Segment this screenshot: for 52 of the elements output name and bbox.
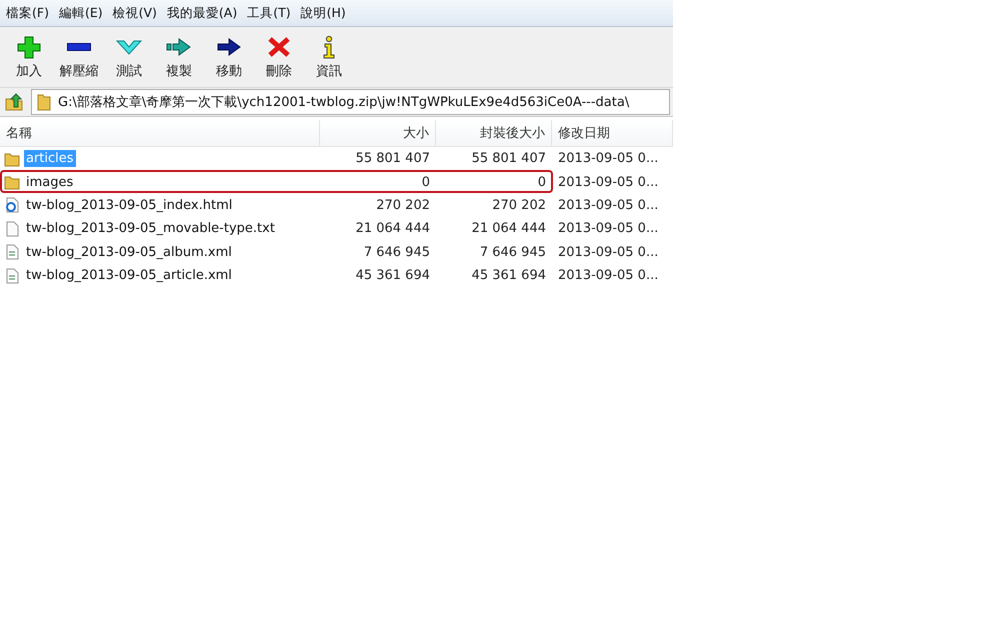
menu-item[interactable]: 編輯(E) bbox=[56, 4, 111, 22]
table-cell-text: 270 202 bbox=[375, 196, 431, 215]
table-cell-text: 2013-09-05 0... bbox=[557, 150, 660, 168]
column-header[interactable]: 名稱 bbox=[0, 120, 320, 147]
minus-icon bbox=[67, 42, 91, 50]
table-cell-text: 7 646 945 bbox=[478, 244, 547, 262]
menu-item[interactable]: 檔案(F) bbox=[4, 4, 57, 22]
address-field[interactable]: G:\部落格文章\奇摩第一次下載\ych12001-twblog.zip\jw!NTgWPkuLEx9e4d563iCe0A---data\ bbox=[31, 89, 670, 115]
plus-icon bbox=[16, 34, 42, 58]
toolbar-button[interactable]: 測試 bbox=[104, 29, 154, 85]
table-cell-text: 21 064 444 bbox=[354, 220, 431, 238]
table-cell-text: 0 bbox=[420, 174, 431, 192]
toolbar-button[interactable]: 複製 bbox=[154, 29, 204, 85]
table-cell-text: 270 202 bbox=[491, 196, 547, 215]
browser-file-icon bbox=[4, 197, 20, 214]
close-icon bbox=[266, 34, 292, 58]
table-cell-text: 0 bbox=[536, 174, 547, 192]
table-cell-text: 21 064 444 bbox=[470, 220, 547, 238]
menu-item[interactable]: 工具(T) bbox=[245, 4, 299, 22]
folder-icon bbox=[4, 150, 20, 167]
toolbar-button[interactable]: 資訊 bbox=[304, 29, 354, 85]
column-header[interactable]: 修改日期 bbox=[552, 120, 673, 147]
table-cell-text: 55 801 407 bbox=[470, 150, 547, 168]
menu-item[interactable]: 我的最愛(A) bbox=[164, 4, 246, 22]
document-icon bbox=[4, 220, 20, 237]
table-cell-text: 2013-09-05 0... bbox=[557, 196, 660, 215]
file-name[interactable]: tw-blog_2013-09-05_index.html bbox=[24, 196, 234, 214]
table-cell-text: 45 361 694 bbox=[354, 267, 431, 286]
toolbar-button[interactable]: 刪除 bbox=[254, 29, 304, 85]
toolbar-button[interactable]: 解壓縮 bbox=[54, 29, 104, 85]
table-cell-text: 55 801 407 bbox=[354, 150, 431, 168]
file-name[interactable]: tw-blog_2013-09-05_movable-type.txt bbox=[24, 220, 277, 238]
folder-icon bbox=[4, 174, 20, 190]
toolbar-button[interactable]: 加入 bbox=[4, 29, 54, 85]
file-name[interactable]: tw-blog_2013-09-05_album.xml bbox=[24, 244, 234, 261]
column-header[interactable]: 封裝後大小 bbox=[436, 120, 552, 147]
file-name[interactable]: images bbox=[24, 174, 76, 191]
folder-up-icon bbox=[5, 93, 23, 111]
folder-icon bbox=[36, 93, 52, 111]
xml-file-icon bbox=[4, 244, 20, 260]
toolbar-button[interactable]: 移動 bbox=[204, 29, 254, 85]
xml-file-icon bbox=[4, 268, 20, 284]
table-cell-text: 2013-09-05 0... bbox=[557, 244, 660, 262]
file-name[interactable]: tw-blog_2013-09-05_article.xml bbox=[24, 267, 234, 284]
column-header[interactable]: 大小 bbox=[320, 120, 436, 147]
table-cell-text: 2013-09-05 0... bbox=[557, 220, 660, 238]
table-cell-text: 2013-09-05 0... bbox=[557, 174, 660, 192]
table-cell-text: 7 646 945 bbox=[362, 244, 431, 262]
menu-item[interactable]: 檢視(V) bbox=[110, 4, 165, 22]
table-cell-text: 45 361 694 bbox=[470, 267, 547, 286]
table-cell-text: 2013-09-05 0... bbox=[557, 267, 660, 286]
menu-item[interactable]: 說明(H) bbox=[298, 4, 354, 22]
